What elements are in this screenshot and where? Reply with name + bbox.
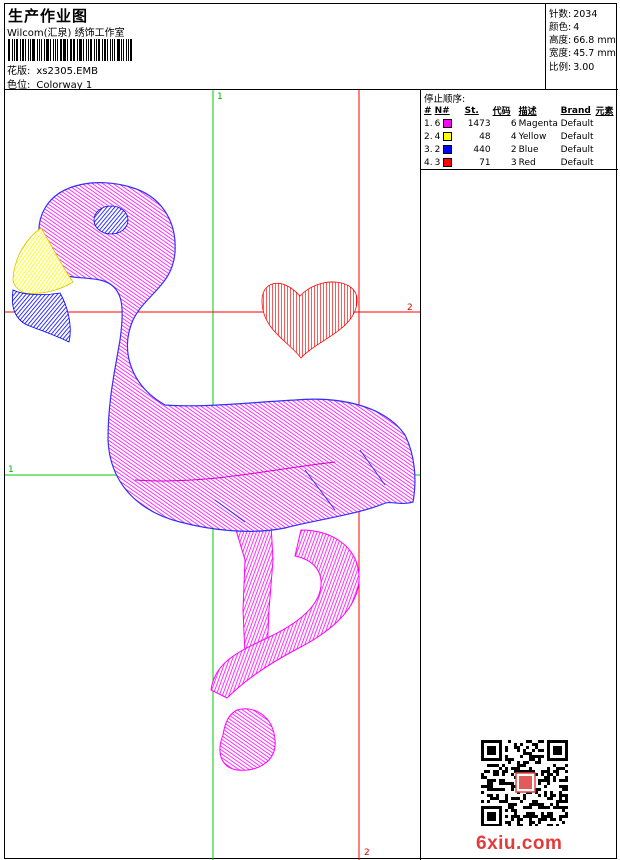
stitch-count: 440: [473, 144, 491, 155]
color-description: Magenta: [518, 118, 558, 129]
stat-height: 高度: 66.8 mm: [549, 35, 616, 46]
color-swatch: [443, 118, 453, 128]
stop-index: 2.: [424, 131, 433, 142]
flamingo-leg-upper: [232, 519, 274, 656]
stop-index: 1.: [424, 118, 433, 129]
stop-sequence-panel: 停止顺序: # N# St. 代码 描述 Brand 元素 1. 6 1473 6 M…: [420, 90, 618, 170]
needle-cell: 3: [434, 156, 464, 169]
production-sheet: 生产作业图 Wilcom(汇泉) 绣饰工作室 花版: xs2305.EMB 色位:…: [4, 3, 618, 860]
stitch-count: 1473: [467, 118, 491, 129]
needle-cell: 2: [434, 143, 464, 156]
table-row: 1. 6 1473 6 Magenta Default: [423, 117, 617, 130]
company-name: Wilcom(汇泉) 绣饰工作室: [7, 28, 125, 39]
stat-width: 宽度: 45.7 mm: [549, 48, 616, 59]
color-swatch: [443, 157, 453, 167]
stop-sequence-table: # N# St. 代码 描述 Brand 元素 1. 6 1473 6 Magenta…: [423, 104, 617, 169]
heart-shape: [261, 281, 358, 359]
table-row: 3. 2 440 2 Blue Default: [423, 143, 617, 156]
element: [594, 117, 617, 130]
sheet-title: 生产作业图: [8, 7, 89, 25]
brand: Default: [560, 118, 594, 129]
color-description: Red: [518, 157, 536, 168]
flamingo-eye: [93, 205, 129, 235]
color-description: Blue: [518, 144, 539, 155]
color-code: 3: [510, 157, 517, 168]
color-code: 4: [510, 131, 517, 142]
qr-code: [481, 740, 568, 826]
brand: Default: [560, 157, 594, 168]
guide-label-v1: 1: [217, 92, 223, 102]
stitch-count: 48: [479, 131, 491, 142]
brand: Default: [560, 131, 594, 142]
table-row: 2. 4 48 4 Yellow Default: [423, 130, 617, 143]
table-row: 4. 3 71 3 Red Default: [423, 156, 617, 169]
needle-cell: 6: [434, 117, 464, 130]
needle-cell: 4: [434, 130, 464, 143]
color-swatch: [443, 144, 453, 154]
flamingo-design: [5, 90, 420, 860]
stop-index: 4.: [424, 157, 433, 168]
stitch-count: 71: [479, 157, 491, 168]
stop-index: 3.: [424, 144, 433, 155]
table-header-row: # N# St. 代码 描述 Brand 元素: [424, 105, 614, 118]
guide-label-h2: 2: [407, 303, 413, 313]
element: [594, 130, 617, 143]
design-stats: 针数: 2034 颜色: 4 高度: 66.8 mm 宽度: 45.7 mm 比例: 3.…: [546, 4, 618, 90]
watermark: 6xiu.com: [476, 833, 563, 854]
guide-label-v2: 2: [364, 848, 370, 858]
design-name-line: 花版: xs2305.EMB: [7, 62, 98, 77]
stat-colors: 颜色: 4: [549, 22, 580, 33]
brand: Default: [560, 144, 594, 155]
header-info: 生产作业图 Wilcom(汇泉) 绣饰工作室 花版: xs2305.EMB 色位:…: [5, 4, 546, 91]
color-description: Yellow: [518, 131, 547, 142]
stop-sequence-title: 停止顺序:: [424, 94, 466, 105]
stat-scale: 比例: 3.00: [549, 62, 595, 73]
flamingo-foot: [219, 708, 276, 771]
colorway-line: 色位: Colorway 1: [7, 76, 92, 91]
flamingo-beak-tip: [11, 289, 71, 343]
color-swatch: [443, 131, 453, 141]
barcode: [8, 39, 134, 61]
design-canvas: 1 2 2 1: [5, 90, 420, 860]
color-code: 6: [510, 118, 517, 129]
guide-label-h1: 1: [8, 465, 14, 475]
stat-stitches: 针数: 2034: [549, 9, 598, 20]
color-code: 2: [510, 144, 517, 155]
flamingo-leg-bent: [210, 529, 360, 699]
element: [594, 156, 617, 169]
element: [594, 143, 617, 156]
